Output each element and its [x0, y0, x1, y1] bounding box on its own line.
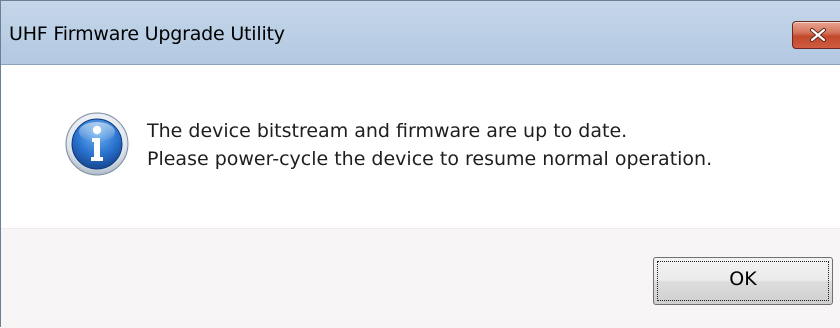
title-bar[interactable]: UHF Firmware Upgrade Utility [1, 1, 840, 65]
message-line-1: The device bitstream and firmware are up… [147, 120, 628, 142]
message-dialog: UHF Firmware Upgrade Utility The device … [0, 0, 840, 328]
ok-button-label: OK [729, 268, 757, 290]
information-icon [65, 112, 129, 176]
dialog-content: The device bitstream and firmware are up… [1, 65, 840, 228]
window-title: UHF Firmware Upgrade Utility [9, 23, 285, 45]
button-area: OK [1, 228, 840, 328]
ok-button[interactable]: OK [653, 257, 833, 305]
message-line-2: Please power-cycle the device to resume … [147, 148, 713, 170]
close-button[interactable] [792, 21, 840, 49]
message-text: The device bitstream and firmware are up… [147, 117, 712, 173]
close-x-icon [810, 28, 826, 42]
